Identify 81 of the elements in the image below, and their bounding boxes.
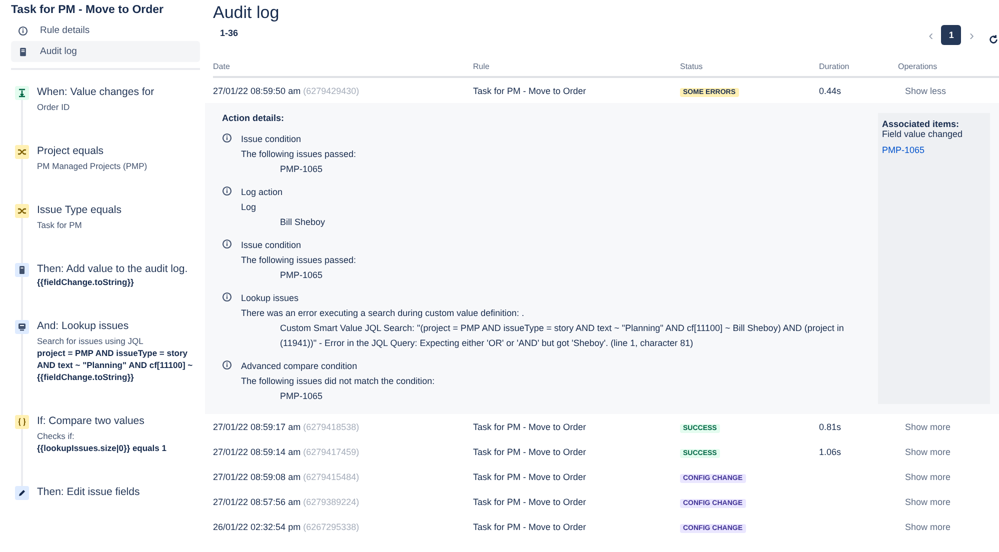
duration-cell-text: 0.44s [819, 86, 842, 96]
step-expression: project = PMP AND issueType = story AND text ~ "Planning" AND cf[11100] ~ {{fieldChange.toString}} [37, 347, 194, 383]
associated-subheading: Field value changed [882, 129, 964, 139]
column-header: Duration [819, 62, 850, 71]
condition-step-icon [15, 145, 29, 159]
compare-step-icon [15, 415, 29, 429]
step-title: Then: Edit issue fields [37, 486, 141, 499]
entry-item: Bill Sheboy [279, 216, 326, 229]
log-step-icon [15, 263, 29, 277]
toggle-details-link[interactable]: Show less [898, 86, 998, 96]
info-icon [222, 239, 232, 249]
entry-title: Lookup issues [241, 292, 300, 305]
date-cell-text: 27/01/22 08:59:50 am (6279429430) [213, 86, 360, 96]
entry-title: Advanced compare condition [241, 360, 358, 373]
refresh-icon[interactable] [988, 34, 999, 44]
page-button[interactable]: 1 [941, 25, 962, 45]
info-icon [222, 186, 232, 196]
document-icon [18, 46, 28, 56]
step-title: Then: Add value to the audit log. [37, 263, 189, 276]
entry-item: Custom Smart Value JQL Search: "(project = PMP AND issueType = story AND text ~ "Planning" AND cf[11100] ~ Bill Sheboy) AND (project in (11941))" - Error in the JQL Query: Expecting either 'OR' or 'AND' but got 'Sheboy'. (line 1, character 81) [279, 322, 845, 350]
rule-title: Task for PM - Move to Order [11, 4, 165, 16]
entry-title: Issue condition [241, 239, 302, 252]
info-icon [222, 133, 232, 143]
step-title: If: Compare two values [37, 415, 146, 428]
step-detail: Task for PM [37, 219, 83, 231]
info-icon [222, 360, 232, 370]
nav-item[interactable]: Audit log [11, 41, 200, 62]
info-icon [18, 26, 28, 36]
date-cell-text: 27/01/22 08:59:08 am (6279415484) [213, 472, 360, 482]
rule-cell-text: Task for PM - Move to Order [473, 522, 588, 532]
associated-heading: Associated items: [882, 119, 960, 129]
column-header: Operations [898, 62, 938, 71]
rule-cell-text: Task for PM - Move to Order [473, 446, 588, 456]
step-expression: {{fieldChange.toString}} [37, 276, 135, 288]
toggle-details-link[interactable]: Show more [898, 496, 998, 506]
rule-cell-text: Task for PM - Move to Order [473, 472, 588, 482]
toggle-details-link[interactable]: Show more [898, 522, 998, 532]
nav-item[interactable]: Rule details [11, 20, 97, 41]
rule-cell-text: Task for PM - Move to Order [473, 422, 588, 432]
toggle-details-link[interactable]: Show more [898, 472, 998, 482]
entry-item: PMP-1065 [279, 163, 324, 176]
edit-step-icon [15, 486, 29, 500]
date-cell-text: 27/01/22 08:57:56 am (6279389224) [213, 496, 360, 506]
column-header: Status [680, 62, 704, 71]
duration-cell-text: 1.06s [819, 446, 842, 456]
step-title: Project equals [37, 145, 105, 158]
entry-title: Issue condition [241, 133, 302, 146]
step-detail: Search for issues using JQL [37, 335, 144, 347]
step-title: And: Lookup issues [37, 320, 130, 333]
entry-message: Log [241, 201, 258, 214]
rule-cell-text: Task for PM - Move to Order [473, 496, 588, 506]
page-title: Audit log [213, 3, 280, 23]
step-detail: Checks if: [37, 430, 76, 442]
toggle-details-link[interactable]: Show more [898, 422, 998, 432]
step-detail: Order ID [37, 101, 71, 113]
rule-cell-text: Task for PM - Move to Order [473, 86, 588, 96]
column-header: Date [213, 62, 231, 71]
entry-message: The following issues did not match the condition: [241, 375, 436, 388]
step-title: When: Value changes for [37, 86, 156, 99]
info-icon [222, 292, 232, 302]
lookup-step-icon [15, 320, 29, 334]
entry-item: PMP-1065 [279, 390, 324, 403]
entry-message: The following issues passed: [241, 254, 358, 267]
issue-link[interactable]: PMP-1065 [882, 145, 986, 155]
step-detail: PM Managed Projects (PMP) [37, 160, 148, 172]
step-title: Issue Type equals [37, 204, 122, 217]
step-expression: {{lookupIssues.size|0}} equals 1 [37, 442, 168, 454]
result-range: 1-36 [220, 28, 240, 38]
condition-step-icon [15, 204, 29, 218]
entry-title: Log action [241, 186, 284, 199]
date-cell-text: 27/01/22 08:59:17 am (6279418538) [213, 422, 360, 432]
date-cell-text: 26/01/22 02:32:54 pm (6267295338) [213, 522, 360, 532]
entry-message: There was an error executing a search during custom value definition: . [241, 307, 526, 320]
column-header: Rule [473, 62, 490, 71]
toggle-details-link[interactable]: Show more [898, 446, 998, 456]
trigger-step-icon [15, 86, 29, 100]
date-cell-text: 27/01/22 08:59:14 am (6279417459) [213, 446, 360, 456]
entry-item: PMP-1065 [279, 269, 324, 282]
duration-cell-text: 0.81s [819, 422, 842, 432]
entry-message: The following issues passed: [241, 148, 358, 161]
details-heading: Action details: [222, 113, 286, 123]
